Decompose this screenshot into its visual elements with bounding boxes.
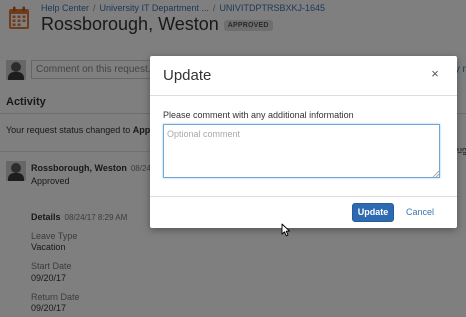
- dialog-title: Update: [163, 67, 212, 84]
- comment-textarea[interactable]: [163, 124, 440, 178]
- cancel-button[interactable]: Cancel: [406, 203, 434, 222]
- resize-grip-icon[interactable]: [432, 170, 439, 177]
- dialog-header: Update ×: [150, 56, 457, 96]
- update-dialog: Update × Please comment with any additio…: [150, 56, 457, 228]
- update-button[interactable]: Update: [352, 203, 394, 222]
- dialog-footer: Update Cancel: [150, 196, 457, 228]
- mouse-cursor-icon: [281, 223, 290, 237]
- comment-prompt-label: Please comment with any additional infor…: [163, 110, 354, 120]
- close-icon[interactable]: ×: [429, 67, 441, 80]
